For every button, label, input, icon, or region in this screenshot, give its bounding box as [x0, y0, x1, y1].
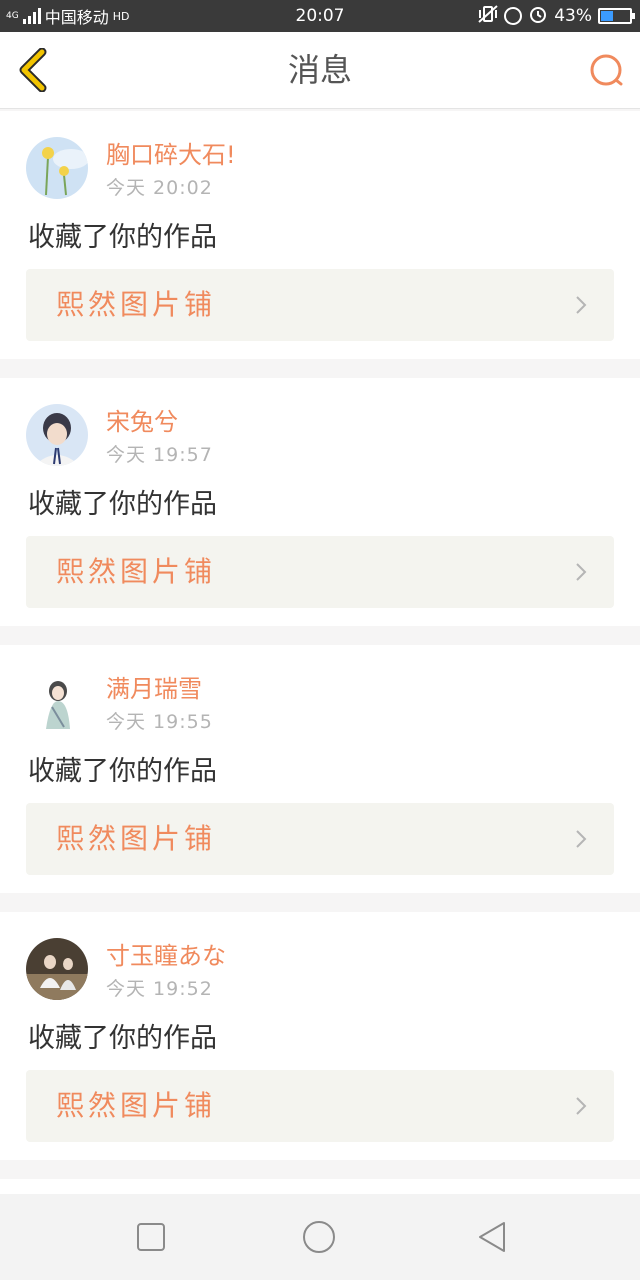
battery-percent: 43% — [554, 6, 592, 26]
home-icon — [303, 1221, 335, 1253]
avatar[interactable] — [26, 671, 88, 733]
work-title: 熙然图片铺 — [56, 288, 217, 321]
chevron-right-icon — [576, 563, 587, 581]
user-name[interactable]: 胸口碎大石! — [106, 135, 236, 170]
message-card-partial — [0, 1179, 640, 1194]
work-title: 熙然图片铺 — [56, 1089, 217, 1122]
message-card: 胸口碎大石! 今天 20:02 收藏了你的作品 熙然图片铺 — [0, 111, 640, 359]
avatar-anime-image — [26, 671, 88, 733]
search-button[interactable] — [586, 50, 628, 92]
back-triangle-icon — [479, 1222, 505, 1252]
chevron-right-icon — [576, 1097, 587, 1115]
system-nav-bar — [0, 1194, 640, 1280]
avatar[interactable] — [26, 137, 88, 199]
status-right: 43% — [478, 0, 635, 32]
work-title: 熙然图片铺 — [56, 555, 217, 588]
vibrate-icon — [478, 4, 498, 28]
message-action: 收藏了你的作品 — [28, 1023, 217, 1054]
home-button[interactable] — [301, 1219, 337, 1255]
alarm-icon — [528, 4, 548, 29]
page-title: 消息 — [287, 51, 352, 89]
work-link[interactable]: 熙然图片铺 — [26, 269, 614, 341]
message-card: 宋兔兮 今天 19:57 收藏了你的作品 熙然图片铺 — [0, 378, 640, 626]
work-title: 熙然图片铺 — [56, 822, 217, 855]
message-time: 今天 19:55 — [106, 711, 213, 733]
status-bar: 4G 中国移动 HD 20:07 43% — [0, 0, 640, 32]
avatar-flowers-image — [26, 137, 88, 199]
user-name[interactable]: 满月瑞雪 — [106, 669, 202, 704]
message-action: 收藏了你的作品 — [28, 489, 217, 520]
chevron-right-icon — [576, 830, 587, 848]
avatar[interactable] — [26, 404, 88, 466]
battery-icon — [598, 8, 635, 24]
avatar[interactable] — [26, 938, 88, 1000]
work-link[interactable]: 熙然图片铺 — [26, 536, 614, 608]
avatar-photo-image — [26, 938, 88, 1000]
recent-apps-button[interactable] — [133, 1219, 169, 1255]
message-time: 今天 19:52 — [106, 978, 213, 1000]
recent-apps-icon — [137, 1223, 165, 1251]
message-time: 今天 20:02 — [106, 177, 213, 199]
message-time: 今天 19:57 — [106, 444, 213, 466]
header-bar: 消息 — [0, 32, 640, 109]
message-card: 寸玉瞳あな 今天 19:52 收藏了你的作品 熙然图片铺 — [0, 912, 640, 1160]
work-link[interactable]: 熙然图片铺 — [26, 1070, 614, 1142]
rotation-lock-icon — [504, 7, 523, 25]
message-action: 收藏了你的作品 — [28, 756, 217, 787]
message-action: 收藏了你的作品 — [28, 222, 217, 253]
message-card: 满月瑞雪 今天 19:55 收藏了你的作品 熙然图片铺 — [0, 645, 640, 893]
work-link[interactable]: 熙然图片铺 — [26, 803, 614, 875]
chevron-right-icon — [576, 296, 587, 314]
back-nav-button[interactable] — [474, 1219, 510, 1255]
user-name[interactable]: 寸玉瞳あな — [106, 936, 226, 971]
user-name[interactable]: 宋兔兮 — [106, 402, 178, 437]
search-icon — [590, 54, 623, 86]
avatar-person-image — [26, 404, 88, 466]
